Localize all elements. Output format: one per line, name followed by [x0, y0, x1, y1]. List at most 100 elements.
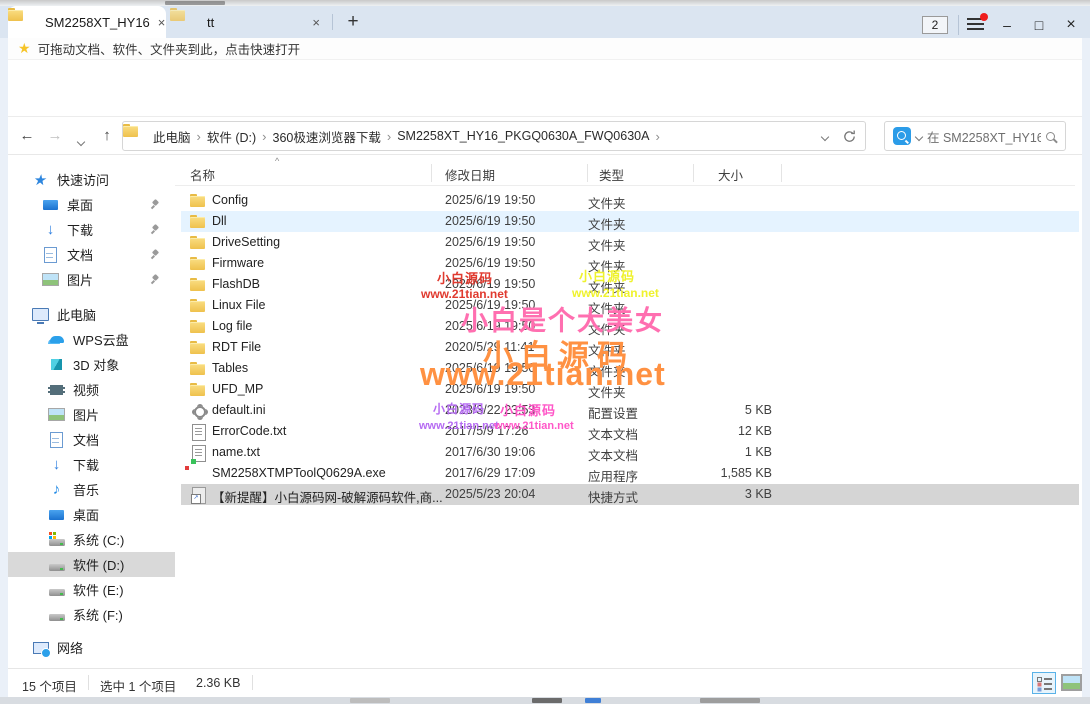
close-button[interactable]: ×: [1056, 12, 1086, 38]
download-icon: ↓: [42, 221, 59, 238]
sidebar-item-软件 (D:)[interactable]: 软件 (D:): [8, 552, 175, 577]
search-engine-icon[interactable]: [893, 127, 911, 145]
file-row[interactable]: Dll2025/6/19 19:50文件夹: [175, 211, 1082, 232]
breadcrumb-item[interactable]: 软件 (D:): [207, 127, 256, 146]
maximize-button[interactable]: □: [1024, 12, 1054, 38]
file-row[interactable]: DriveSetting2025/6/19 19:50文件夹: [175, 232, 1082, 253]
address-bar[interactable]: 此电脑 › 软件 (D:) › 360极速浏览器下载 › SM2258XT_HY16_PKG…: [122, 121, 866, 151]
sidebar-item-3D 对象[interactable]: 3D 对象: [8, 352, 175, 377]
breadcrumb-separator-icon[interactable]: ›: [261, 129, 267, 144]
sidebar-item-下载[interactable]: ↓下载: [8, 452, 175, 477]
txt-icon: [190, 423, 207, 440]
file-row[interactable]: Linux File2025/6/19 19:50文件夹: [175, 295, 1082, 316]
refresh-address-icon[interactable]: [842, 129, 857, 144]
pin-icon[interactable]: [151, 274, 161, 284]
sidebar-item-网络[interactable]: 网络: [8, 635, 175, 660]
status-bar: 15 个项目 选中 1 个项目 2.36 KB: [0, 668, 1090, 697]
main-menu-icon[interactable]: [967, 18, 984, 31]
minimize-button[interactable]: –: [992, 12, 1022, 38]
sidebar-item-桌面[interactable]: 桌面: [8, 502, 175, 527]
new-tab-button[interactable]: +: [341, 10, 365, 34]
selection-count: 选中 1 个项目: [100, 676, 176, 695]
sidebar-item-桌面[interactable]: 桌面: [8, 192, 175, 217]
breadcrumb-item[interactable]: 此电脑: [153, 127, 191, 146]
pin-icon[interactable]: [151, 249, 161, 259]
sidebar-item-label: 快速访问: [57, 170, 109, 189]
sidebar-item-图片[interactable]: 图片: [8, 267, 175, 292]
tab-close-icon[interactable]: ×: [158, 15, 166, 30]
details-view-button[interactable]: [1032, 672, 1056, 694]
sidebar-item-label: 3D 对象: [73, 355, 119, 374]
sidebar-item-label: 文档: [67, 245, 93, 264]
breadcrumb-separator-icon[interactable]: ›: [196, 129, 202, 144]
sidebar-item-系统 (C:)[interactable]: 系统 (C:): [8, 527, 175, 552]
breadcrumb-item[interactable]: SM2258XT_HY16_PKGQ0630A_FWQ0630A: [397, 129, 649, 143]
sidebar-item-文档[interactable]: 文档: [8, 242, 175, 267]
file-row[interactable]: 【新提醒】小白源码网-破解源码软件,商...2025/5/23 20:04快捷方…: [175, 484, 1082, 505]
background-remnant: [585, 698, 601, 703]
tab-count-badge[interactable]: 2: [922, 16, 948, 34]
thumbnail-view-button[interactable]: [1061, 674, 1082, 691]
file-name: Log file: [212, 319, 252, 333]
file-row[interactable]: Log file2025/6/19 19:50文件夹: [175, 316, 1082, 337]
search-icon[interactable]: [1046, 132, 1055, 141]
sidebar-item-视频[interactable]: 视频: [8, 377, 175, 402]
row-highlight: [181, 337, 1079, 358]
column-headers: ^ 名称 修改日期 类型 大小: [175, 160, 1075, 186]
file-row[interactable]: ErrorCode.txt2017/5/9 17:26文本文档12 KB: [175, 421, 1082, 442]
file-row[interactable]: UFD_MP2025/6/19 19:50文件夹: [175, 379, 1082, 400]
up-button[interactable]: ↑: [96, 125, 118, 147]
column-header-date[interactable]: 修改日期: [445, 165, 495, 184]
tab-tt[interactable]: tt ×: [170, 6, 330, 38]
file-row[interactable]: name.txt2017/6/30 19:06文本文档1 KB: [175, 442, 1082, 463]
address-dropdown-icon[interactable]: [822, 127, 828, 145]
tab-sm2258xt-hy16[interactable]: SM2258XT_HY16 ×: [8, 6, 166, 38]
file-size: 5 KB: [645, 403, 772, 417]
pin-icon[interactable]: [151, 199, 161, 209]
column-header-size[interactable]: 大小: [718, 165, 743, 184]
file-date: 2025/6/19 19:50: [445, 361, 535, 375]
column-header-name[interactable]: 名称: [190, 165, 215, 184]
file-row[interactable]: RDT File2020/5/29 11:41文件夹: [175, 337, 1082, 358]
file-row[interactable]: Config2025/6/19 19:50文件夹: [175, 190, 1082, 211]
sidebar-item-音乐[interactable]: ♪音乐: [8, 477, 175, 502]
back-button[interactable]: ←: [16, 125, 38, 147]
file-row[interactable]: Tables2025/6/19 19:50文件夹: [175, 358, 1082, 379]
file-date: 2025/5/23 20:04: [445, 487, 535, 501]
sidebar-item-图片[interactable]: 图片: [8, 402, 175, 427]
tab-bar: SM2258XT_HY16 × tt × + 2 – □ ×: [0, 6, 1090, 38]
file-name: 【新提醒】小白源码网-破解源码软件,商...: [212, 487, 443, 506]
pin-icon[interactable]: [151, 224, 161, 234]
file-row[interactable]: Firmware2025/6/19 19:50文件夹: [175, 253, 1082, 274]
file-row[interactable]: default.ini2023/3/22 23:53配置设置5 KB: [175, 400, 1082, 421]
sidebar-item-快速访问[interactable]: ★快速访问: [8, 167, 175, 192]
sidebar-item-label: 下载: [67, 220, 93, 239]
file-name: Firmware: [212, 256, 264, 270]
sidebar-item-系统 (F:)[interactable]: 系统 (F:): [8, 602, 175, 627]
search-dropdown-icon[interactable]: [916, 127, 922, 145]
row-highlight: [181, 295, 1079, 316]
drive-icon: [48, 556, 65, 573]
breadcrumb-separator-icon[interactable]: ›: [386, 129, 392, 144]
sidebar-item-WPS云盘[interactable]: WPS云盘: [8, 327, 175, 352]
breadcrumb: 此电脑 › 软件 (D:) › 360极速浏览器下载 › SM2258XT_HY16_PKG…: [153, 127, 661, 146]
sidebar-item-文档[interactable]: 文档: [8, 427, 175, 452]
sidebar-item-下载[interactable]: ↓ 下载: [8, 217, 175, 242]
tab-close-icon[interactable]: ×: [312, 15, 320, 30]
sidebar-item-label: 软件 (E:): [73, 580, 124, 599]
history-dropdown-icon[interactable]: [70, 130, 92, 152]
sidebar-item-软件 (E:)[interactable]: 软件 (E:): [8, 577, 175, 602]
tab-title: SM2258XT_HY16: [45, 15, 150, 30]
column-header-type[interactable]: 类型: [599, 165, 624, 184]
file-date: 2025/6/19 19:50: [445, 277, 535, 291]
quick-launch-bar[interactable]: ★ 可拖动文档、软件、文件夹到此，点击快速打开: [0, 38, 1090, 60]
sidebar-item-此电脑[interactable]: 此电脑: [8, 302, 175, 327]
ini-icon: [190, 402, 207, 419]
file-date: 2025/6/19 19:50: [445, 193, 535, 207]
file-row[interactable]: FlashDB2025/6/19 19:50文件夹: [175, 274, 1082, 295]
search-input[interactable]: 在 SM2258XT_HY16_...: [884, 121, 1066, 151]
file-row[interactable]: SM2258XTMPToolQ0629A.exe2017/6/29 17:09应…: [175, 463, 1082, 484]
breadcrumb-separator-icon[interactable]: ›: [654, 129, 660, 144]
breadcrumb-item[interactable]: 360极速浏览器下载: [273, 127, 381, 146]
forward-button[interactable]: →: [44, 125, 66, 147]
